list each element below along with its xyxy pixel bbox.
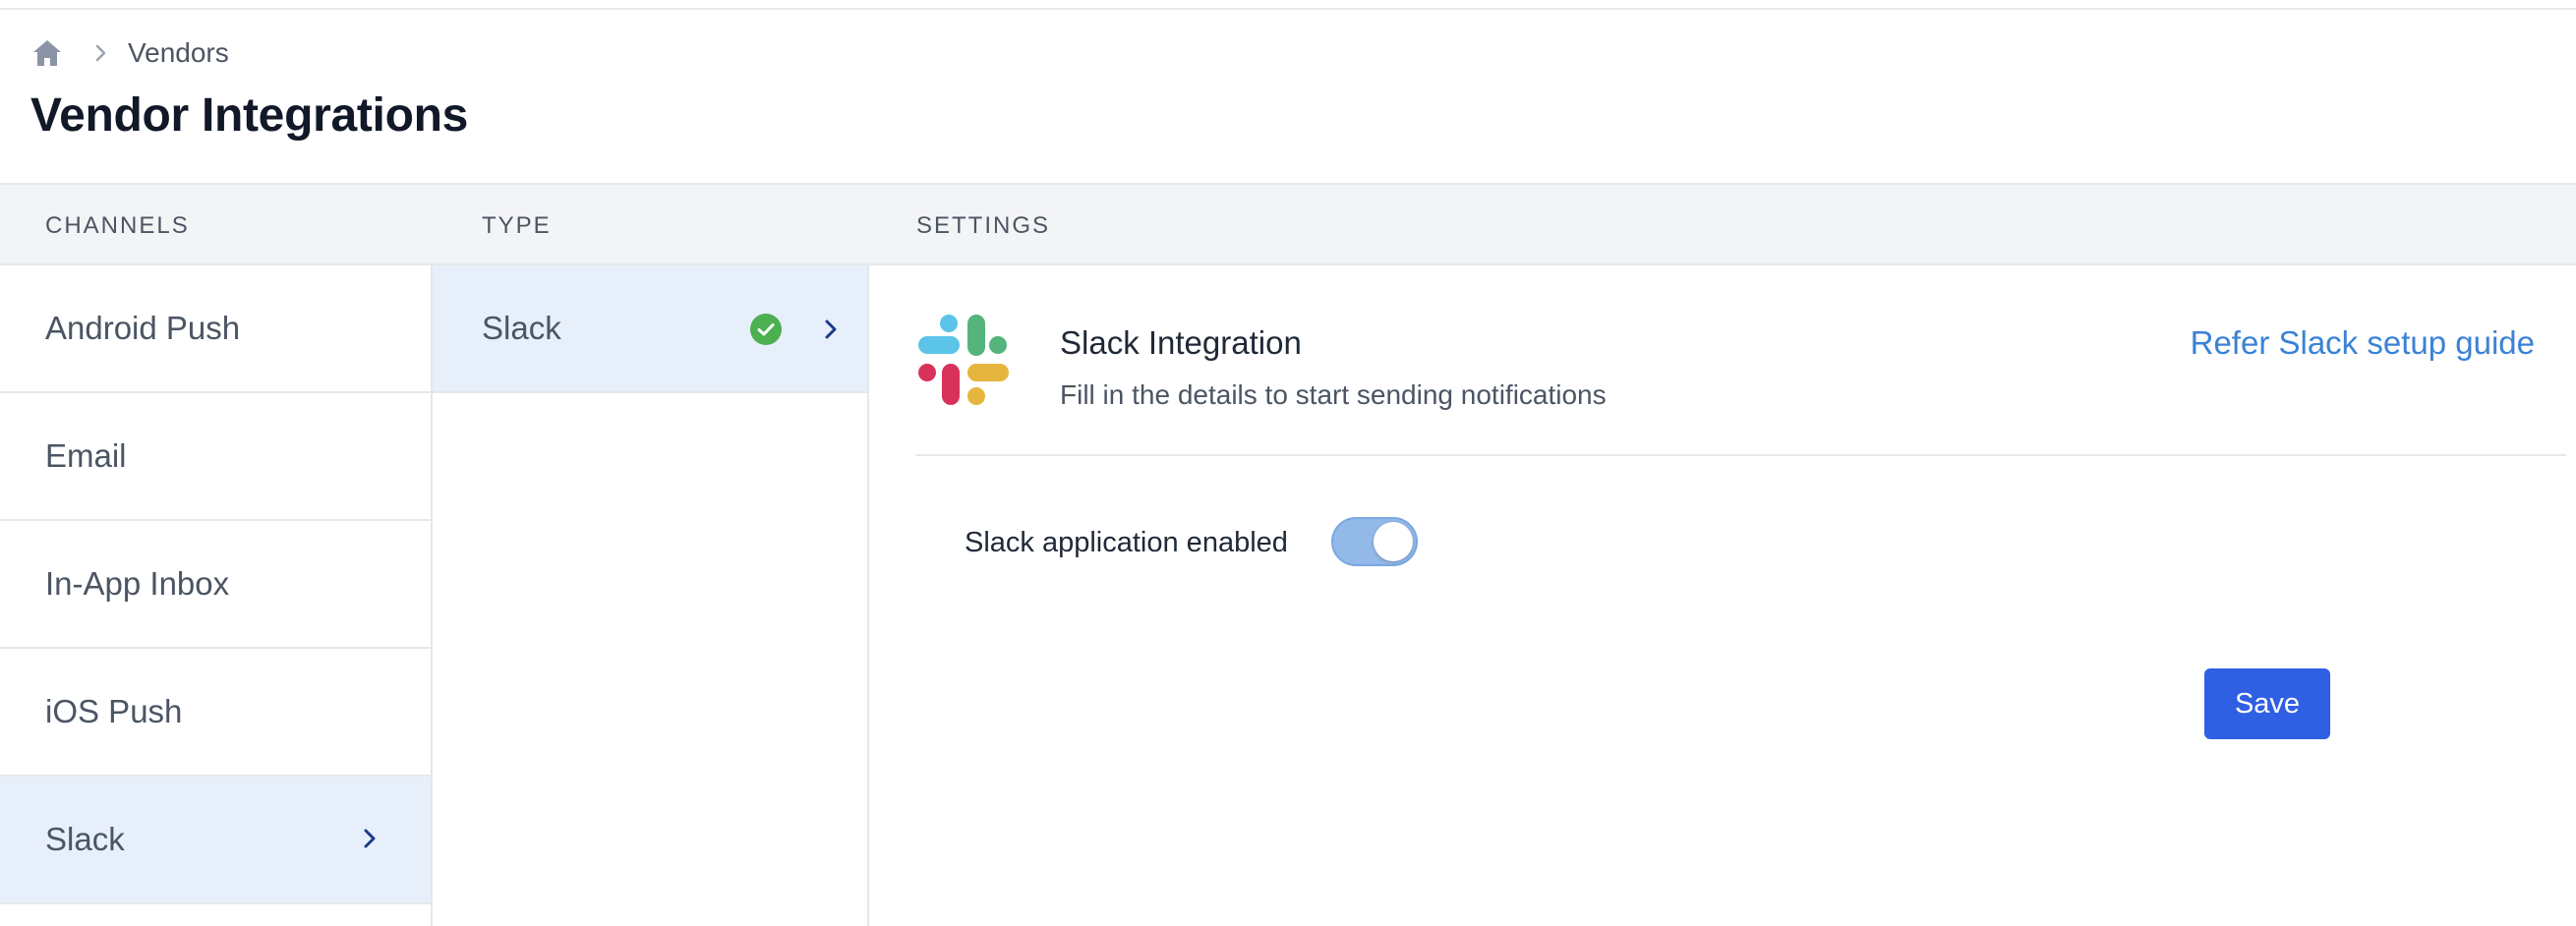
- channel-label: In-App Inbox: [45, 565, 230, 602]
- type-list: Slack: [433, 265, 869, 926]
- channels-column-header: CHANNELS: [45, 212, 190, 239]
- breadcrumb-vendors[interactable]: Vendors: [128, 37, 229, 69]
- chevron-right-icon: [816, 315, 846, 344]
- home-icon[interactable]: [31, 36, 65, 70]
- integration-subtitle: Fill in the details to start sending not…: [1060, 379, 1607, 410]
- settings-panel: Slack Integration Fill in the details to…: [869, 265, 2576, 926]
- toggle-knob: [1374, 522, 1413, 561]
- channel-label: iOS Push: [45, 693, 183, 729]
- chevron-right-icon: [362, 821, 378, 858]
- save-button[interactable]: Save: [2204, 668, 2330, 739]
- channel-label: Email: [45, 437, 127, 474]
- type-item-slack[interactable]: Slack: [433, 265, 867, 393]
- settings-column-header: SETTINGS: [916, 212, 1051, 239]
- channel-item-android-push[interactable]: Android Push: [0, 265, 431, 393]
- slack-logo-icon: [916, 313, 1011, 407]
- settings-divider: [916, 454, 2566, 456]
- channel-item-in-app-inbox[interactable]: In-App Inbox: [0, 521, 431, 649]
- channel-item-slack[interactable]: Slack: [0, 777, 431, 904]
- breadcrumb: Vendors: [31, 35, 229, 71]
- channel-item-email[interactable]: Email: [0, 393, 431, 521]
- channel-label: Slack: [45, 821, 125, 857]
- column-header-bar: CHANNELS TYPE SETTINGS: [0, 183, 2576, 265]
- channel-label: Android Push: [45, 310, 241, 346]
- type-label: Slack: [482, 310, 561, 346]
- channel-item-ios-push[interactable]: iOS Push: [0, 649, 431, 777]
- check-circle-icon: [749, 313, 783, 346]
- channels-list: Android Push Email In-App Inbox iOS Push…: [0, 265, 433, 926]
- toggle-label: Slack application enabled: [965, 527, 1288, 558]
- chevron-right-icon: [87, 43, 116, 63]
- type-column-header: TYPE: [482, 212, 552, 239]
- page-title: Vendor Integrations: [30, 89, 469, 142]
- integration-title: Slack Integration: [1060, 324, 1302, 361]
- slack-enabled-toggle[interactable]: [1331, 517, 1418, 566]
- top-divider: [0, 0, 2576, 10]
- setup-guide-link[interactable]: Refer Slack setup guide: [2191, 324, 2535, 362]
